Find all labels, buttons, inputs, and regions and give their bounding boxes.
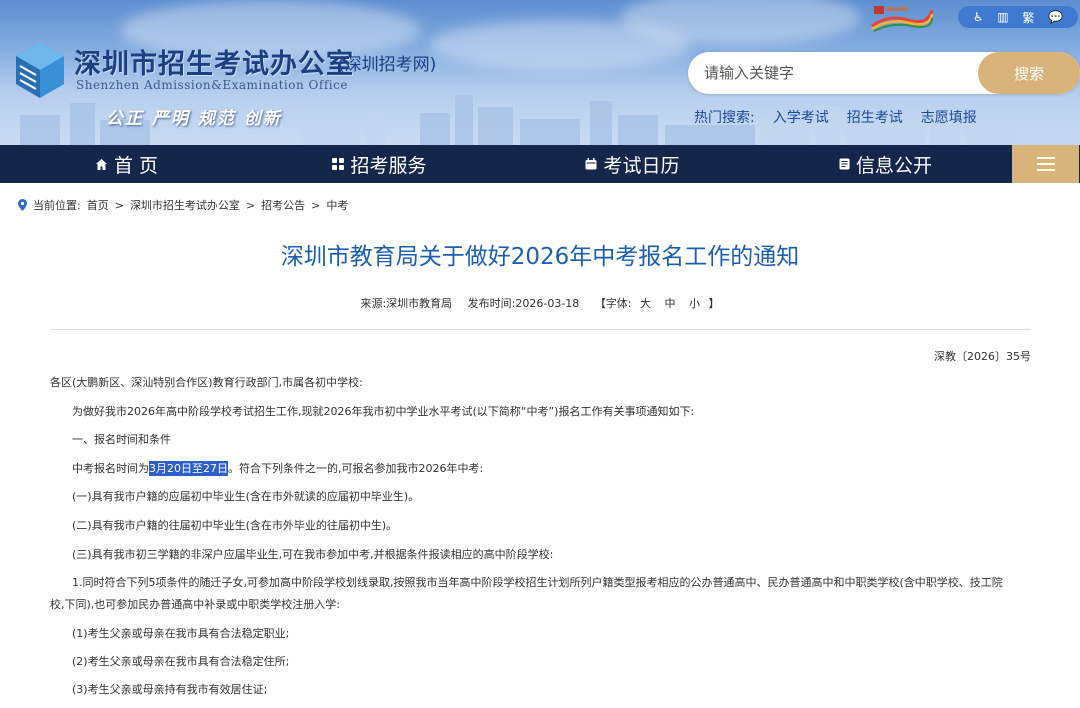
hamburger-icon [1036,157,1055,171]
nav-item-services[interactable]: 招考服务 [253,145,506,183]
font-size-end: 】 [708,297,720,310]
paragraph-salutation: 各区(大鹏新区、深汕特别合作区)教育行政部门,市属各初中学校: [50,376,363,389]
document-number: 深教〔2026〕35号 [934,350,1031,363]
breadcrumb: 当前位置: 首页 > 深圳市招生考试办公室 > 招考公告 > 中考 [18,197,348,213]
paragraph-item-2: (2)考生父亲或母亲在我市具有合法稳定住所; [72,655,290,668]
article-date: 发布时间:2026-03-18 [467,297,580,310]
location-pin-icon [18,199,27,211]
paragraph-condition-2: (二)具有我市户籍的往届初中毕业生(含在市外毕业的往届初中生)。 [72,519,398,532]
article-meta: 来源:深圳市教育局 发布时间:2026-03-18 【字体: 大 中 小 】 [0,295,1080,311]
main-nav: 首 页 招考服务 考试日历 信息公开 [0,145,1080,183]
org-english-name: Shenzhen Admission&Examination Office [76,78,348,92]
site-header: 深圳市招生考试办公室 (深圳招考网) Shenzhen Admission&Ex… [0,0,1080,145]
breadcrumb-link-home[interactable]: 首页 [87,197,109,213]
paragraph-registration-time: 中考报名时间为3月20日至27日。符合下列条件之一的,可报名参加我市2026年中… [72,458,483,480]
paragraph-intro: 为做好我市2026年高中阶段学校考试招生工作,现就2026年我市初中学业水平考试… [72,405,695,418]
search-input[interactable] [688,52,988,94]
breadcrumb-link-zhongkao[interactable]: 中考 [326,197,348,213]
accessibility-icon[interactable]: ♿ [973,10,984,24]
home-icon [95,158,107,170]
section-heading: 一、报名时间和条件 [72,433,171,446]
text-segment: 。符合下列条件之一的,可报名参加我市2026年中考: [228,462,484,475]
grid-icon [332,158,345,170]
breadcrumb-separator: > [114,198,124,212]
font-size-large-button[interactable]: 大 [640,297,651,310]
search-button[interactable]: 搜索 [978,52,1080,94]
accessibility-toolbar: ♿ ▥ 繁 💬 [958,6,1078,28]
nav-label: 信息公开 [855,154,932,177]
campaign-badge-icon[interactable] [868,4,934,32]
article-source: 来源:深圳市教育局 [360,297,453,310]
menu-button[interactable] [1012,145,1079,183]
nav-item-calendar[interactable]: 考试日历 [506,145,759,183]
hot-search-label: 热门搜索: [694,110,755,126]
wechat-icon[interactable]: 💬 [1048,10,1063,24]
paragraph-item-1: (1)考生父亲或母亲在我市具有合法稳定职业; [72,627,290,640]
breadcrumb-separator: > [245,198,256,212]
article-title: 深圳市教育局关于做好2026年中考报名工作的通知 [280,244,800,270]
nav-item-disclosure[interactable]: 信息公开 [759,145,1012,183]
org-subtitle: (深圳招考网) [338,55,437,75]
paragraph-condition-1: (一)具有我市户籍的应届初中毕业生(含在市外就读的应届初中毕业生)。 [72,490,420,503]
hot-search-link[interactable]: 志愿填报 [921,107,977,127]
selected-date-text[interactable]: 3月20日至27日 [149,461,228,476]
document-icon [839,158,850,170]
paragraph-rule-1-cont: 校,下同),也可参加民办普通高中补录或中职类学校注册入学: [50,598,340,611]
font-size-control: 【字体: 大 中 小 】 [595,297,720,310]
paragraph-item-3: (3)考生父亲或母亲持有我市有效居住证; [72,683,268,696]
divider [50,329,1031,330]
org-name: 深圳市招生考试办公室 [74,49,354,80]
calendar-icon [585,158,597,170]
breadcrumb-separator: > [311,198,321,212]
traditional-chinese-button[interactable]: 繁 [1022,9,1034,26]
hot-search-link[interactable]: 招生考试 [847,107,903,127]
nav-item-home[interactable]: 首 页 [0,145,253,183]
nav-label: 考试日历 [603,154,680,177]
font-size-label: 【字体: [594,297,632,310]
breadcrumb-label: 当前位置: [33,199,81,212]
hot-search: 热门搜索: 入学考试 招生考试 志愿填报 [694,107,977,127]
nav-label: 首 页 [113,154,159,177]
paragraph-rule-1: 1.同时符合下列5项条件的随迁子女,可参加高中阶段学校划线录取,按照我市当年高中… [72,576,1003,589]
site-logo-icon [16,42,64,98]
hot-search-link[interactable]: 入学考试 [773,107,829,127]
elder-mode-icon[interactable]: ▥ [997,10,1008,24]
text-segment: 中考报名时间为 [72,462,149,475]
paragraph-condition-3: (三)具有我市初三学籍的非深户应届毕业生,可在我市参加中考,并根据条件报读相应的… [72,548,554,561]
breadcrumb-link-announcements[interactable]: 招考公告 [261,197,305,213]
breadcrumb-link-office[interactable]: 深圳市招生考试办公室 [130,197,240,213]
search-box: 搜索 [688,52,1080,94]
font-size-medium-button[interactable]: 中 [665,297,676,310]
slogan: 公正 严明 规范 创新 [106,109,282,129]
font-size-small-button[interactable]: 小 [689,297,700,310]
nav-label: 招考服务 [350,154,427,177]
